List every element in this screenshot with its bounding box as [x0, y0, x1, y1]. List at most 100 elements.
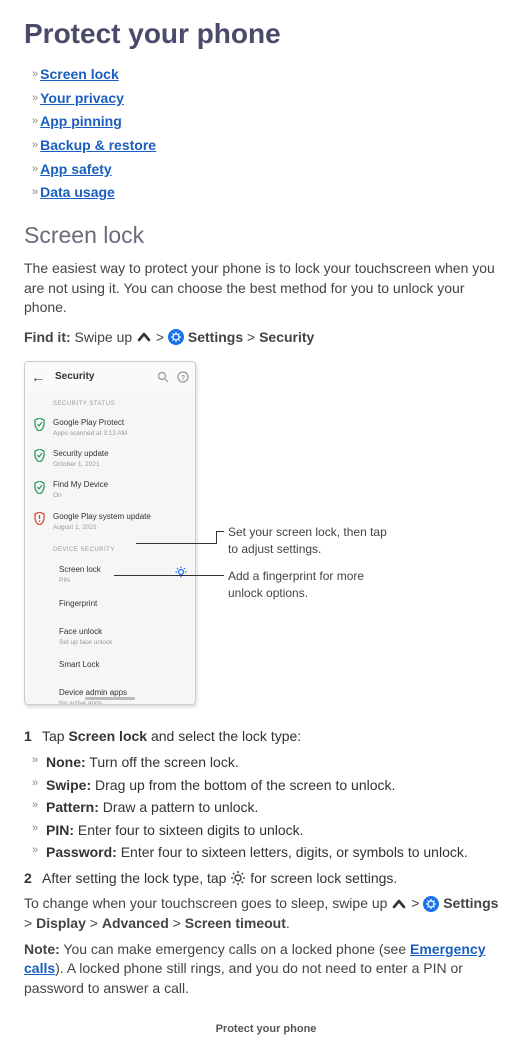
row-smart-lock: Smart Lock	[25, 653, 195, 681]
home-indicator	[85, 697, 135, 700]
shield-red-icon	[31, 511, 47, 527]
find-it-label: Find it:	[24, 329, 71, 345]
find-it-swipe: Swipe up	[71, 329, 136, 345]
bullet-password: »Password: Enter four to sixteen letters…	[32, 843, 508, 863]
row-fingerprint: Fingerprint	[25, 592, 195, 620]
row-title: Smart Lock	[59, 659, 187, 670]
step-text: Tap	[42, 728, 68, 744]
chevron-icon: »	[32, 91, 36, 106]
row-sub: Apps scanned at 3:13 AM	[53, 429, 187, 438]
gt: >	[169, 915, 185, 931]
gt: >	[243, 329, 259, 345]
opt-text: Draw a pattern to unlock.	[99, 799, 259, 815]
chevron-icon: »	[32, 185, 36, 200]
note-text: Note: You can make emergency calls on a …	[24, 940, 508, 999]
row-play-protect: Google Play ProtectApps scanned at 3:13 …	[25, 413, 195, 444]
note-body: ). A locked phone still rings, and you d…	[24, 960, 463, 996]
find-it-path: Find it: Swipe up > Settings > Security	[24, 328, 508, 348]
opt-bold: Pattern:	[46, 799, 99, 815]
gt: >	[24, 915, 36, 931]
row-title: Fingerprint	[59, 598, 187, 609]
row-find-my-device: Find My DeviceOn	[25, 475, 195, 506]
callout-screen-lock: Set your screen lock, then tap to adjust…	[228, 524, 388, 558]
opt-text: Enter four to sixteen digits to unlock.	[74, 822, 304, 838]
callout-line	[216, 531, 217, 544]
page-title: Protect your phone	[24, 0, 508, 63]
path-timeout: Screen timeout	[185, 915, 286, 931]
gear-icon	[230, 870, 246, 886]
gt: >	[407, 895, 423, 911]
page-footer: Protect your phone	[24, 1022, 508, 1037]
step-text: for screen lock settings.	[246, 870, 397, 886]
row-play-system-update: Google Play system updateAugust 1, 2021	[25, 507, 195, 538]
callout-line	[216, 531, 224, 532]
chevron-icon: »	[32, 821, 46, 841]
toc-link-app-safety[interactable]: App safety	[40, 160, 112, 180]
shield-green-icon	[31, 448, 47, 464]
row-title: Face unlock	[59, 626, 187, 637]
sleep-text: To change when your touchscreen goes to …	[24, 895, 391, 911]
toc-link-screen-lock[interactable]: Screen lock	[40, 65, 119, 85]
bullet-pin: »PIN: Enter four to sixteen digits to un…	[32, 821, 508, 841]
chevron-icon: »	[32, 753, 46, 773]
row-sub: October 1, 2021	[53, 460, 187, 469]
gt: >	[86, 915, 102, 931]
toc-link-your-privacy[interactable]: Your privacy	[40, 89, 124, 109]
note-label: Note:	[24, 941, 60, 957]
chevron-icon: »	[32, 114, 36, 129]
section-heading: Screen lock	[24, 219, 508, 251]
settings-icon	[423, 896, 439, 912]
row-title: Security update	[53, 448, 187, 459]
row-title: Screen lock	[59, 564, 175, 575]
callout-fingerprint: Add a fingerprint for more unlock option…	[228, 568, 388, 602]
toc-link-app-pinning[interactable]: App pinning	[40, 112, 122, 132]
row-security-update: Security updateOctober 1, 2021	[25, 444, 195, 475]
toc-link-data-usage[interactable]: Data usage	[40, 183, 115, 203]
opt-bold: None:	[46, 754, 86, 770]
opt-bold: Password:	[46, 844, 117, 860]
shield-green-icon	[31, 417, 47, 433]
security-status-label: SECURITY STATUS	[25, 392, 195, 412]
toc-link-backup-restore[interactable]: Backup & restore	[40, 136, 156, 156]
toc-list: »Screen lock »Your privacy »App pinning …	[24, 63, 508, 205]
row-sub: August 1, 2021	[53, 523, 187, 532]
step-number: 1	[24, 727, 42, 747]
step-bold: Screen lock	[68, 728, 147, 744]
svg-text:?: ?	[181, 375, 185, 382]
chevron-icon: »	[32, 67, 36, 82]
step-2: 2 After setting the lock type, tap for s…	[24, 869, 508, 889]
chevron-up-icon	[136, 329, 152, 345]
bullet-none: »None: Turn off the screen lock.	[32, 753, 508, 773]
chevron-icon: »	[32, 776, 46, 796]
row-title: Device admin apps	[59, 687, 187, 698]
path-advanced: Advanced	[102, 915, 169, 931]
opt-text: Drag up from the bottom of the screen to…	[91, 777, 395, 793]
bullet-swipe: »Swipe: Drag up from the bottom of the s…	[32, 776, 508, 796]
shield-green-icon	[31, 479, 47, 495]
callout-line	[136, 543, 216, 544]
gt: >	[152, 329, 168, 345]
phone-screenshot: ← Security ? SECURITY STATUS Google Play…	[24, 361, 508, 711]
chevron-icon: »	[32, 798, 46, 818]
opt-bold: PIN:	[46, 822, 74, 838]
path-settings: Settings	[443, 895, 498, 911]
chevron-icon: »	[32, 138, 36, 153]
row-title: Find My Device	[53, 479, 187, 490]
row-title: Google Play Protect	[53, 417, 187, 428]
row-sub: Set up face unlock	[59, 638, 187, 647]
step-text: After setting the lock type, tap	[42, 870, 230, 886]
step-1: 1 Tap Screen lock and select the lock ty…	[24, 727, 508, 747]
opt-text: Enter four to sixteen letters, digits, o…	[117, 844, 468, 860]
search-icon	[157, 371, 169, 383]
settings-icon	[168, 329, 184, 345]
back-arrow-icon: ←	[31, 368, 45, 388]
row-title: Google Play system update	[53, 511, 187, 522]
sleep-path: To change when your touchscreen goes to …	[24, 894, 508, 933]
opt-text: Turn off the screen lock.	[86, 754, 239, 770]
row-sub: On	[53, 491, 187, 500]
security-label: Security	[259, 329, 314, 345]
chevron-icon: »	[32, 843, 46, 863]
settings-label: Settings	[188, 329, 243, 345]
step-number: 2	[24, 869, 42, 889]
step-text: and select the lock type:	[147, 728, 301, 744]
